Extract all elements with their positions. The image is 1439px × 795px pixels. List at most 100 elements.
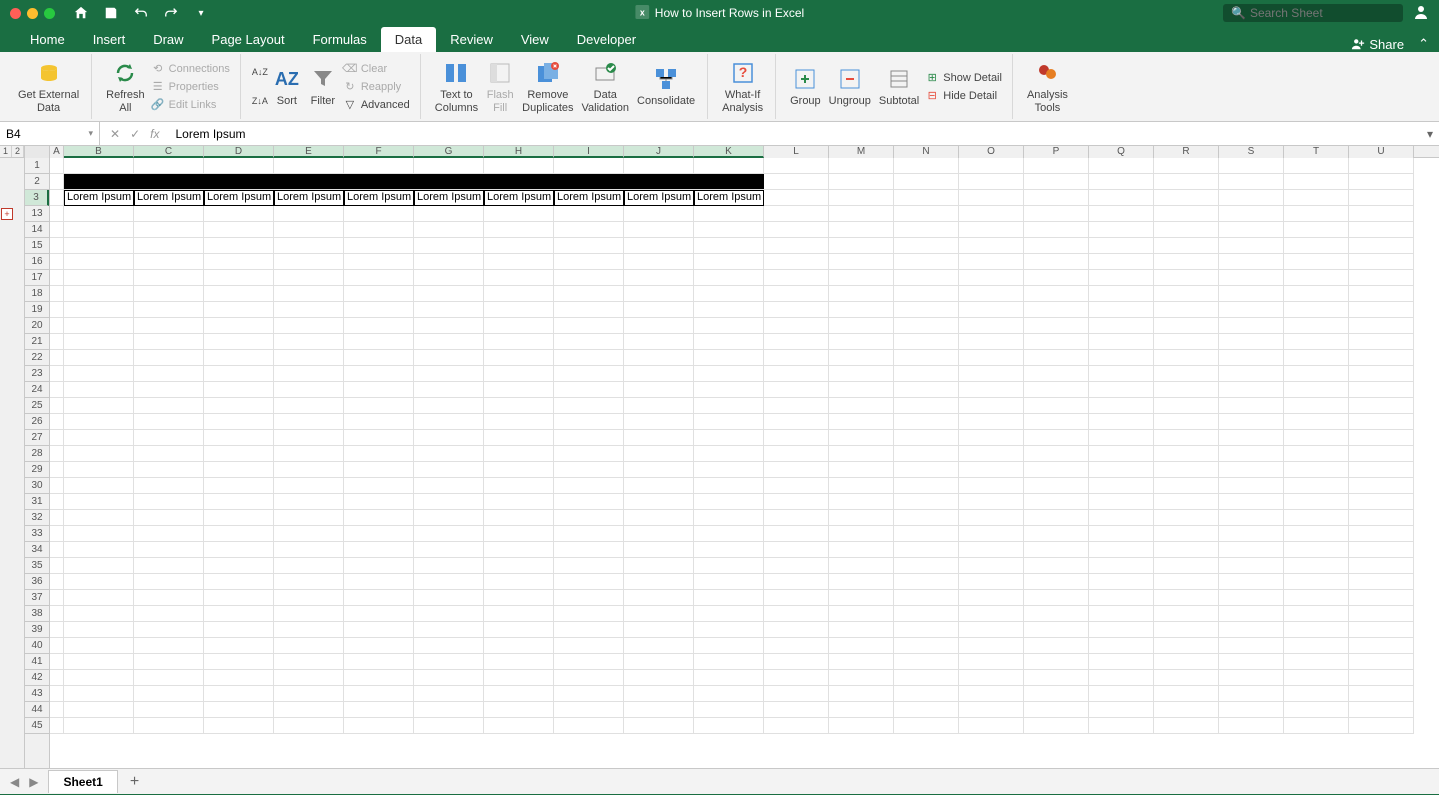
cell-R37[interactable] <box>1154 590 1219 606</box>
cell-U16[interactable] <box>1349 254 1414 270</box>
cell-B36[interactable] <box>64 574 134 590</box>
cell-L41[interactable] <box>764 654 829 670</box>
row-header-42[interactable]: 42 <box>25 670 49 686</box>
cell-T17[interactable] <box>1284 270 1349 286</box>
cell-S30[interactable] <box>1219 478 1284 494</box>
cell-C24[interactable] <box>134 382 204 398</box>
cell-S28[interactable] <box>1219 446 1284 462</box>
row-header-43[interactable]: 43 <box>25 686 49 702</box>
cell-K42[interactable] <box>694 670 764 686</box>
row-header-39[interactable]: 39 <box>25 622 49 638</box>
cell-T38[interactable] <box>1284 606 1349 622</box>
cell-O38[interactable] <box>959 606 1024 622</box>
cell-N44[interactable] <box>894 702 959 718</box>
cell-E38[interactable] <box>274 606 344 622</box>
cell-Q32[interactable] <box>1089 510 1154 526</box>
cell-J23[interactable] <box>624 366 694 382</box>
cell-L13[interactable] <box>764 206 829 222</box>
cell-T23[interactable] <box>1284 366 1349 382</box>
column-header-H[interactable]: H <box>484 146 554 158</box>
cell-N18[interactable] <box>894 286 959 302</box>
cell-G23[interactable] <box>414 366 484 382</box>
cell-U34[interactable] <box>1349 542 1414 558</box>
cell-G16[interactable] <box>414 254 484 270</box>
cell-I41[interactable] <box>554 654 624 670</box>
cell-G15[interactable] <box>414 238 484 254</box>
column-header-N[interactable]: N <box>894 146 959 158</box>
cell-I3[interactable]: Lorem Ipsum <box>554 190 624 206</box>
cell-D34[interactable] <box>204 542 274 558</box>
cell-R3[interactable] <box>1154 190 1219 206</box>
cell-O31[interactable] <box>959 494 1024 510</box>
column-header-K[interactable]: K <box>694 146 764 158</box>
cell-D3[interactable]: Lorem Ipsum <box>204 190 274 206</box>
cell-R31[interactable] <box>1154 494 1219 510</box>
cell-P13[interactable] <box>1024 206 1089 222</box>
cell-M3[interactable] <box>829 190 894 206</box>
cell-A18[interactable] <box>50 286 64 302</box>
cell-N17[interactable] <box>894 270 959 286</box>
cell-I27[interactable] <box>554 430 624 446</box>
cell-D43[interactable] <box>204 686 274 702</box>
cell-I37[interactable] <box>554 590 624 606</box>
cell-H21[interactable] <box>484 334 554 350</box>
cell-H27[interactable] <box>484 430 554 446</box>
cell-D14[interactable] <box>204 222 274 238</box>
cell-F16[interactable] <box>344 254 414 270</box>
cell-G17[interactable] <box>414 270 484 286</box>
cell-I42[interactable] <box>554 670 624 686</box>
cell-A37[interactable] <box>50 590 64 606</box>
cell-C27[interactable] <box>134 430 204 446</box>
group-button[interactable]: Group <box>786 63 825 109</box>
cell-B32[interactable] <box>64 510 134 526</box>
cell-H42[interactable] <box>484 670 554 686</box>
cell-H3[interactable]: Lorem Ipsum <box>484 190 554 206</box>
cell-G2[interactable] <box>414 174 484 190</box>
cell-B40[interactable] <box>64 638 134 654</box>
minimize-window-button[interactable] <box>27 8 38 19</box>
cell-F19[interactable] <box>344 302 414 318</box>
cell-B31[interactable] <box>64 494 134 510</box>
row-header-34[interactable]: 34 <box>25 542 49 558</box>
cell-J22[interactable] <box>624 350 694 366</box>
cell-S29[interactable] <box>1219 462 1284 478</box>
cell-A27[interactable] <box>50 430 64 446</box>
cell-H40[interactable] <box>484 638 554 654</box>
cell-C34[interactable] <box>134 542 204 558</box>
cell-F36[interactable] <box>344 574 414 590</box>
cell-U41[interactable] <box>1349 654 1414 670</box>
cell-R25[interactable] <box>1154 398 1219 414</box>
cell-I24[interactable] <box>554 382 624 398</box>
cell-E18[interactable] <box>274 286 344 302</box>
cell-S45[interactable] <box>1219 718 1284 734</box>
cell-N45[interactable] <box>894 718 959 734</box>
row-header-38[interactable]: 38 <box>25 606 49 622</box>
cell-L17[interactable] <box>764 270 829 286</box>
cell-R16[interactable] <box>1154 254 1219 270</box>
cell-K20[interactable] <box>694 318 764 334</box>
cell-J28[interactable] <box>624 446 694 462</box>
cell-Q21[interactable] <box>1089 334 1154 350</box>
cell-I38[interactable] <box>554 606 624 622</box>
cell-N33[interactable] <box>894 526 959 542</box>
cell-I36[interactable] <box>554 574 624 590</box>
cell-Q25[interactable] <box>1089 398 1154 414</box>
cell-K32[interactable] <box>694 510 764 526</box>
cell-I33[interactable] <box>554 526 624 542</box>
cell-F45[interactable] <box>344 718 414 734</box>
cell-G20[interactable] <box>414 318 484 334</box>
cell-O25[interactable] <box>959 398 1024 414</box>
cell-Q16[interactable] <box>1089 254 1154 270</box>
column-header-A[interactable]: A <box>50 146 64 158</box>
cell-A17[interactable] <box>50 270 64 286</box>
cell-E27[interactable] <box>274 430 344 446</box>
cell-L15[interactable] <box>764 238 829 254</box>
cell-J32[interactable] <box>624 510 694 526</box>
cell-R33[interactable] <box>1154 526 1219 542</box>
cell-L1[interactable] <box>764 158 829 174</box>
cell-O15[interactable] <box>959 238 1024 254</box>
cell-S14[interactable] <box>1219 222 1284 238</box>
cell-O39[interactable] <box>959 622 1024 638</box>
cell-K2[interactable] <box>694 174 764 190</box>
cell-Q34[interactable] <box>1089 542 1154 558</box>
